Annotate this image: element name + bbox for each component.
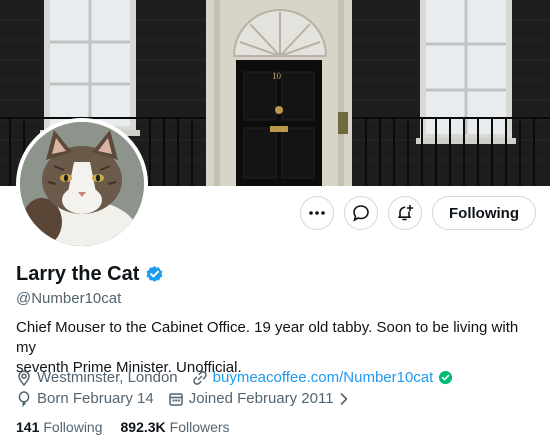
joined-item[interactable]: Joined February 2011 (168, 390, 349, 407)
more-icon (309, 211, 325, 215)
chevron-right-icon (340, 392, 347, 405)
avatar[interactable] (16, 118, 148, 250)
handle: @Number10cat (16, 290, 122, 307)
following-stat[interactable]: 141 Following (16, 419, 103, 435)
followers-stat[interactable]: 892.3K Followers (121, 419, 230, 435)
display-name: Larry the Cat (16, 263, 140, 285)
door-number: 10 (272, 71, 281, 81)
follow-stats: 141 Following 892.3K Followers (16, 419, 230, 435)
joined-text: Joined February 2011 (188, 390, 334, 407)
profile-actions: Following (300, 196, 536, 230)
more-button[interactable] (300, 196, 335, 230)
profile-meta-row: Westminster, London buymeacoffee.com/Num… (16, 369, 453, 386)
followers-count: 892.3K (120, 419, 166, 435)
location-item: Westminster, London (16, 369, 178, 386)
notification-bell-icon (398, 204, 414, 221)
message-icon (353, 205, 369, 222)
name-row: Larry the Cat (16, 263, 164, 286)
verified-link-badge-icon (439, 370, 453, 385)
location-text: Westminster, London (37, 369, 178, 386)
balloon-icon (18, 390, 30, 407)
website-item: buymeacoffee.com/Number10cat (192, 369, 454, 386)
birthday-item: Born February 14 (16, 390, 154, 407)
message-button[interactable] (344, 196, 379, 230)
following-count: 141 (16, 419, 40, 435)
location-pin-icon (18, 370, 30, 386)
following-label: Following (43, 419, 103, 435)
website-link[interactable]: buymeacoffee.com/Number10cat (213, 369, 434, 386)
bio-line: Chief Mouser to the Cabinet Office. 19 y… (16, 319, 519, 356)
notifications-button[interactable] (388, 196, 423, 230)
calendar-icon (168, 392, 183, 406)
birthday-text: Born February 14 (37, 390, 154, 407)
followers-label: Followers (169, 419, 230, 435)
profile-meta-row: Born February 14 Joined February 2011 (16, 390, 349, 407)
link-icon (192, 370, 207, 385)
following-button[interactable]: Following (432, 196, 536, 230)
verified-badge-icon[interactable] (145, 265, 164, 284)
